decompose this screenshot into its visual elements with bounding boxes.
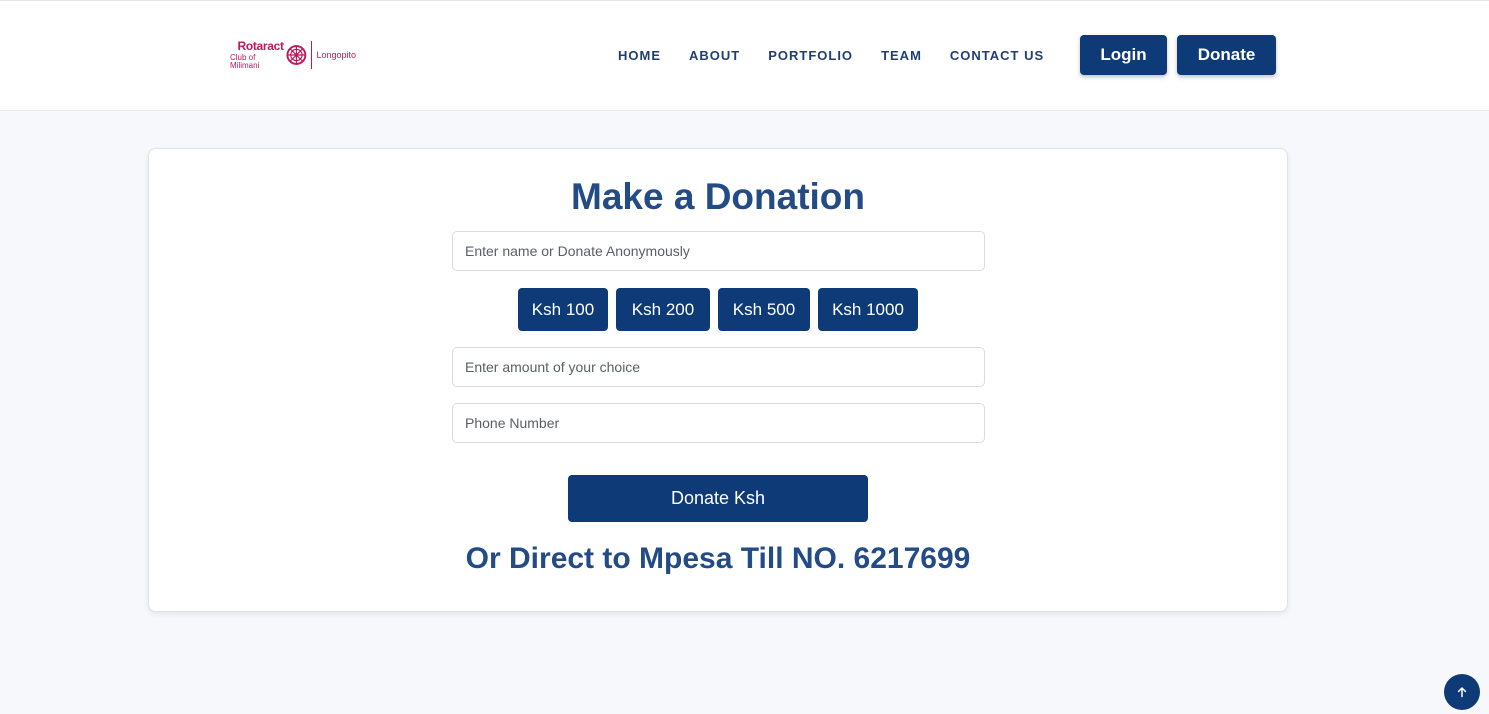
scroll-to-top-button[interactable] — [1444, 674, 1480, 710]
logo-divider — [310, 41, 312, 69]
nav-item-contact-us[interactable]: CONTACT US — [950, 48, 1044, 64]
amount-button-1000[interactable]: Ksh 1000 — [818, 288, 918, 331]
arrow-up-icon — [1457, 687, 1467, 698]
amount-button-500[interactable]: Ksh 500 — [718, 288, 810, 331]
nav-item-about[interactable]: ABOUT — [689, 48, 740, 64]
logo-brand-name: Rotaract — [237, 39, 284, 53]
nav-item-home[interactable]: HOME — [618, 48, 661, 64]
nav-item-team[interactable]: TEAM — [881, 48, 922, 64]
nav-item-portfolio[interactable]: PORTFOLIO — [768, 48, 853, 64]
preset-amounts: Ksh 100 Ksh 200 Ksh 500 Ksh 1000 — [518, 288, 918, 331]
header-donate-button[interactable]: Donate — [1177, 35, 1276, 75]
amount-button-200[interactable]: Ksh 200 — [616, 288, 710, 331]
rotary-wheel-icon — [286, 45, 307, 65]
site-header: Rotaract Club of Milimani Longopito HOME… — [0, 0, 1489, 111]
login-button[interactable]: Login — [1080, 35, 1167, 75]
donate-submit-button[interactable]: Donate Ksh — [568, 475, 868, 522]
logo-brand-subtitle: Club of Milimani — [230, 53, 260, 70]
donor-name-input[interactable] — [452, 231, 985, 271]
mpesa-till-text: Or Direct to Mpesa Till NO. 6217699 — [465, 542, 971, 575]
logo-text: Rotaract Club of Milimani — [230, 40, 284, 70]
donation-card: Make a Donation Ksh 100 Ksh 200 Ksh 500 … — [148, 148, 1288, 612]
main-nav: HOME ABOUT PORTFOLIO TEAM CONTACT US — [618, 48, 1072, 64]
site-logo[interactable]: Rotaract Club of Milimani Longopito — [230, 38, 356, 72]
logo-club-name: Longopito — [316, 50, 356, 60]
phone-number-input[interactable] — [452, 403, 985, 443]
donation-title: Make a Donation — [571, 176, 865, 217]
custom-amount-input[interactable] — [452, 347, 985, 387]
amount-button-100[interactable]: Ksh 100 — [518, 288, 608, 331]
